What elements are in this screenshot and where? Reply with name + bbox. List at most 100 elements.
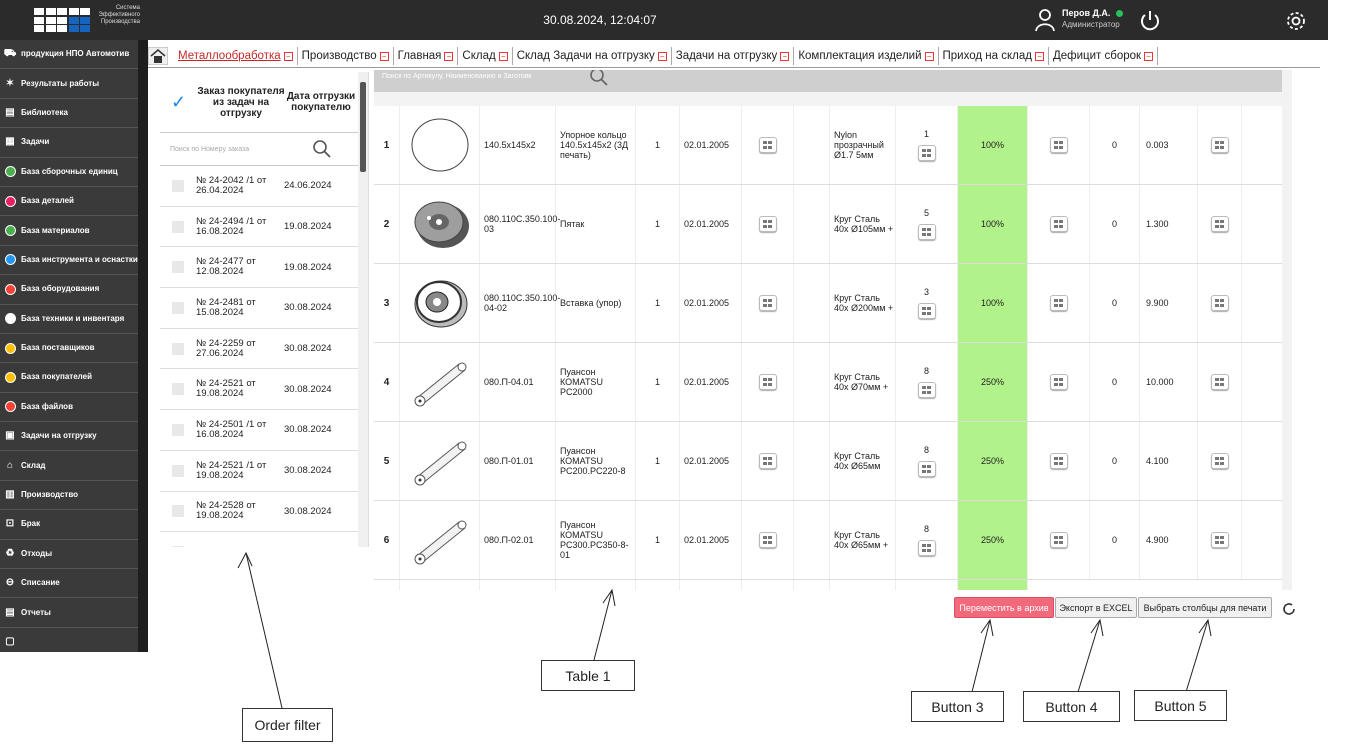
table-row[interactable]: 5 080.П-01.01 Пуансон КОМАТSU PC200.PC220-… bbox=[374, 422, 1282, 501]
power-icon[interactable] bbox=[1139, 9, 1161, 31]
sidebar-item[interactable]: ♻ Отходы bbox=[0, 540, 138, 570]
grid-menu-icon[interactable] bbox=[917, 145, 936, 161]
order-checkbox[interactable] bbox=[172, 423, 184, 436]
search-icon[interactable] bbox=[588, 70, 610, 88]
orders-col-order[interactable]: Заказ покупателя из задач на отгрузку bbox=[197, 72, 285, 132]
sidebar-item[interactable]: База сборочных единиц bbox=[0, 158, 138, 187]
sidebar-item[interactable]: ▣ Задачи на отгрузку bbox=[0, 422, 138, 452]
order-row[interactable]: № 24-2521 от 19.08.2024 30.08.2024 bbox=[160, 369, 368, 411]
sidebar-item[interactable]: ⛟ продукция НПО Автомотив bbox=[0, 40, 138, 70]
sidebar-item[interactable]: База покупателей bbox=[0, 363, 138, 393]
close-tab-icon[interactable]: − bbox=[379, 51, 389, 61]
sidebar-item[interactable]: База материалов bbox=[0, 216, 138, 246]
grid-menu-icon[interactable] bbox=[758, 295, 777, 311]
order-checkbox[interactable] bbox=[172, 383, 184, 396]
orders-scroll-thumb[interactable] bbox=[360, 82, 366, 172]
order-row[interactable]: № 24-2259 от 27.06.2024 30.08.2024 bbox=[160, 329, 368, 370]
close-tab-icon[interactable]: − bbox=[1144, 51, 1154, 61]
select-all-check-icon[interactable]: ✓ bbox=[160, 72, 197, 132]
grid-menu-icon[interactable] bbox=[917, 382, 936, 398]
table-row[interactable]: 1 140.5x145x2 Упорное кольцо 140.5х145х2 (… bbox=[374, 106, 1282, 185]
order-checkbox[interactable] bbox=[172, 179, 184, 192]
sidebar-item[interactable]: ⊡ Брак bbox=[0, 510, 138, 540]
grid-menu-icon[interactable] bbox=[917, 540, 936, 556]
part-image-cell[interactable] bbox=[400, 106, 480, 184]
tab[interactable]: Комплектация изделий − bbox=[794, 47, 939, 65]
grid-menu-icon[interactable] bbox=[1210, 453, 1229, 469]
table-row[interactable]: 3 080.110С.350.100-04-02 Вставка (упор) 1 02… bbox=[374, 264, 1282, 343]
table-row[interactable]: 4 080.П-04.01 Пуансон КОМАТSU PC2000 1 02.01… bbox=[374, 343, 1282, 422]
grid-menu-icon[interactable] bbox=[1049, 137, 1068, 153]
gear-icon[interactable] bbox=[1285, 10, 1307, 32]
grid-menu-icon[interactable] bbox=[1210, 295, 1229, 311]
table-row[interactable]: 6 080.П-02.01 Пуансон КОМАТSU PC300.PC350-… bbox=[374, 501, 1282, 580]
grid-menu-icon[interactable] bbox=[1210, 374, 1229, 390]
grid-menu-icon[interactable] bbox=[758, 374, 777, 390]
sidebar-item[interactable]: ▦ Задачи bbox=[0, 128, 138, 158]
sidebar-item[interactable]: ▢ bbox=[0, 628, 138, 652]
grid-menu-icon[interactable] bbox=[1210, 216, 1229, 232]
table-search-input[interactable]: Поиск по Артикулу, Наименованию и Загото… bbox=[382, 73, 532, 80]
export-excel-button[interactable]: Экспорт в EXCEL bbox=[1055, 597, 1137, 618]
orders-search-input[interactable]: Поиск по Номеру заказа bbox=[160, 146, 249, 153]
part-image-cell[interactable] bbox=[400, 501, 480, 579]
sidebar-item[interactable]: База файлов bbox=[0, 393, 138, 423]
grid-menu-icon[interactable] bbox=[1049, 374, 1068, 390]
table-row[interactable]: 2 080.110С.350.100-03 Пятак 1 02.01.2005 Круг… bbox=[374, 185, 1282, 264]
tab[interactable]: Склад − bbox=[458, 47, 513, 65]
user-icon[interactable] bbox=[1035, 8, 1055, 32]
tab[interactable]: Металлообработка − bbox=[174, 47, 298, 65]
grid-menu-icon[interactable] bbox=[1210, 532, 1229, 548]
sidebar-item[interactable]: ⊖ Списание bbox=[0, 569, 138, 599]
sidebar-item[interactable]: ⌂ Склад bbox=[0, 451, 138, 481]
move-to-archive-button[interactable]: Переместить в архив bbox=[954, 597, 1054, 618]
refresh-icon[interactable] bbox=[1281, 601, 1297, 617]
grid-menu-icon[interactable] bbox=[1049, 532, 1068, 548]
sidebar-item[interactable]: База оборудования bbox=[0, 275, 138, 305]
order-row[interactable]: № 24-2494 /1 от 16.08.2024 19.08.2024 bbox=[160, 207, 368, 248]
grid-menu-icon[interactable] bbox=[758, 137, 777, 153]
order-row[interactable]: № 24-2521 /1 от 19.08.2024 30.08.2024 bbox=[160, 451, 368, 492]
order-row[interactable]: № 24-2528 от 19.08.2024 30.08.2024 bbox=[160, 492, 368, 533]
part-image-cell[interactable] bbox=[400, 422, 480, 500]
order-row[interactable]: № 24-2042 /1 от 26.04.2024 24.06.2024 bbox=[160, 166, 368, 207]
grid-menu-icon[interactable] bbox=[1210, 137, 1229, 153]
close-tab-icon[interactable]: − bbox=[444, 51, 454, 61]
order-checkbox[interactable] bbox=[172, 342, 184, 355]
grid-menu-icon[interactable] bbox=[917, 461, 936, 477]
select-print-columns-button[interactable]: Выбрать столбцы для печати bbox=[1138, 597, 1272, 618]
order-row[interactable]: № 24-2501 /1 от 16.08.2024 30.08.2024 bbox=[160, 410, 368, 451]
close-tab-icon[interactable]: − bbox=[498, 51, 508, 61]
order-row[interactable]: № 24-2481 от 15.08.2024 30.08.2024 bbox=[160, 288, 368, 329]
home-icon[interactable] bbox=[148, 47, 168, 65]
close-tab-icon[interactable]: − bbox=[283, 51, 293, 61]
order-checkbox[interactable] bbox=[172, 301, 184, 314]
grid-menu-icon[interactable] bbox=[917, 303, 936, 319]
close-tab-icon[interactable]: − bbox=[657, 51, 667, 61]
tab[interactable]: Склад Задачи на отгрузку − bbox=[513, 47, 672, 65]
order-row[interactable]: № 24-2477 от 12.08.2024 19.08.2024 bbox=[160, 247, 368, 289]
grid-menu-icon[interactable] bbox=[758, 453, 777, 469]
orders-col-date[interactable]: Дата отгрузки покупателю bbox=[285, 72, 357, 132]
grid-menu-icon[interactable] bbox=[1049, 453, 1068, 469]
part-image-cell[interactable] bbox=[400, 185, 480, 263]
table-row-partial[interactable] bbox=[374, 580, 1282, 590]
sidebar-item[interactable]: База техники и инвентаря bbox=[0, 305, 138, 334]
grid-menu-icon[interactable] bbox=[1049, 295, 1068, 311]
tab[interactable]: Приход на склад − bbox=[939, 47, 1049, 65]
sidebar-item[interactable]: База деталей bbox=[0, 187, 138, 217]
close-tab-icon[interactable]: − bbox=[780, 51, 790, 61]
orders-search[interactable]: Поиск по Номеру заказа bbox=[160, 133, 368, 166]
grid-menu-icon[interactable] bbox=[758, 216, 777, 232]
sidebar-item[interactable]: База поставщиков bbox=[0, 334, 138, 364]
sidebar-item[interactable]: ▤ Отчеты bbox=[0, 598, 138, 628]
tab[interactable]: Производство − bbox=[298, 47, 394, 65]
user-name[interactable]: Перов Д.А. bbox=[1062, 8, 1110, 18]
order-checkbox[interactable] bbox=[172, 546, 184, 547]
close-tab-icon[interactable]: − bbox=[924, 51, 934, 61]
part-image-cell[interactable] bbox=[400, 343, 480, 421]
sidebar-item[interactable]: ▤ Библиотека bbox=[0, 99, 138, 129]
search-icon[interactable] bbox=[312, 139, 332, 159]
grid-menu-icon[interactable] bbox=[1049, 216, 1068, 232]
tab[interactable]: Задачи на отгрузку − bbox=[672, 47, 795, 65]
